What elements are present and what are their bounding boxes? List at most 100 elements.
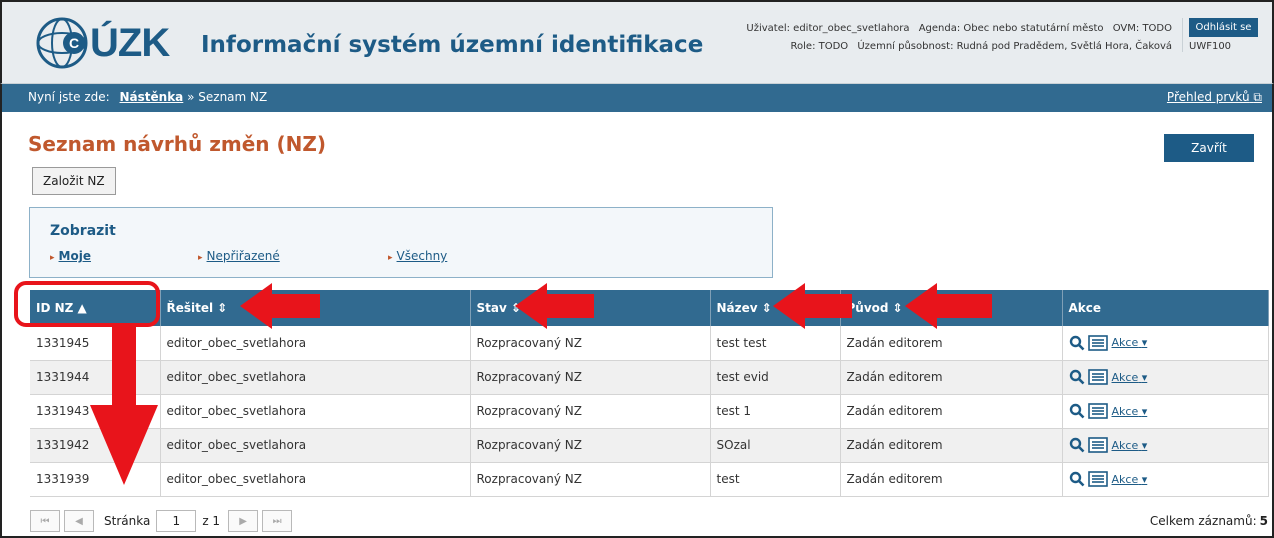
- akce-label: Akce: [1111, 336, 1139, 350]
- actions-cell: Akce ▾: [1062, 360, 1269, 395]
- first-page-button[interactable]: ⏮: [30, 510, 60, 532]
- magnifier-icon[interactable]: [1069, 335, 1085, 351]
- svg-text:C: C: [69, 35, 79, 51]
- prev-page-icon: ◀: [75, 515, 83, 527]
- filter-mine[interactable]: ▸ Moje: [50, 249, 91, 263]
- list-icon[interactable]: [1087, 334, 1108, 351]
- breadcrumb-bar: Nyní jste zde: Nástěnka » Seznam NZ Přeh…: [0, 84, 1274, 112]
- actions-cell: Akce ▾: [1062, 428, 1269, 463]
- main-content: Seznam návrhů změn (NZ) Zavřít Založit N…: [0, 112, 1274, 538]
- table-cell: Zadán editorem: [840, 462, 1063, 497]
- table-cell: Rozpracovaný NZ: [470, 462, 711, 497]
- filter-panel: Zobrazit ▸ Moje ▸ Nepřiřazené ▸ Všechny: [29, 207, 773, 278]
- table-cell: Rozpracovaný NZ: [470, 394, 711, 429]
- table-cell: editor_obec_svetlahora: [160, 428, 471, 463]
- table-cell: SOzal: [710, 428, 841, 463]
- table-cell: Rozpracovaný NZ: [470, 360, 711, 395]
- table-row[interactable]: 1331945 editor_obec_svetlahora Rozpracovan…: [30, 326, 1269, 361]
- magnifier-icon[interactable]: [1069, 471, 1085, 487]
- overview-label: Přehled prvků: [1166, 90, 1250, 104]
- magnifier-icon[interactable]: [1069, 437, 1085, 453]
- page-of-label: z 1: [202, 514, 221, 528]
- list-icon[interactable]: [1087, 437, 1108, 453]
- prev-page-button[interactable]: ◀: [64, 510, 94, 532]
- chevron-down-icon: ▾: [1141, 438, 1148, 452]
- app-title: Informační systém územní identifikace: [201, 32, 704, 58]
- table-cell: test 1: [710, 394, 841, 429]
- role-label: Role: TODO: [790, 41, 849, 52]
- table-cell: editor_obec_svetlahora: [160, 326, 471, 361]
- table-cell: 1331945: [30, 326, 161, 361]
- column-stav[interactable]: Stav ⇕: [470, 290, 711, 326]
- chevron-down-icon: ▾: [1141, 336, 1148, 350]
- ovm-label: OVM: TODO: [1112, 23, 1172, 34]
- app-header: C ÚZK Informační systém územní identifik…: [0, 0, 1274, 84]
- column-akce: Akce: [1062, 290, 1269, 326]
- close-button[interactable]: Zavřít: [1164, 134, 1254, 162]
- filter-all[interactable]: ▸ Všechny: [388, 249, 447, 263]
- total-label: Celkem záznamů:: [1149, 514, 1257, 528]
- last-page-icon: ⏭: [272, 515, 282, 527]
- akce-dropdown[interactable]: Akce ▾: [1112, 473, 1148, 486]
- pager: ⏮ ◀ Stránka 1 z 1 ▶ ⏭ Celkem záznamů: 5: [30, 506, 1268, 536]
- actions-cell: Akce ▾: [1062, 462, 1269, 497]
- akce-dropdown[interactable]: Akce ▾: [1112, 439, 1148, 452]
- akce-dropdown[interactable]: Akce ▾: [1112, 336, 1148, 349]
- magnifier-icon[interactable]: [1069, 369, 1085, 385]
- overview-link[interactable]: Přehled prvků ⧉: [1167, 90, 1262, 105]
- column-nazev[interactable]: Název ⇕: [710, 290, 841, 326]
- filter-unassigned[interactable]: ▸ Nepřiřazené: [198, 249, 280, 263]
- table-row[interactable]: 1331939 editor_obec_svetlahora Rozpracovan…: [30, 462, 1269, 497]
- table-cell: Zadán editorem: [840, 326, 1063, 361]
- page-title: Seznam návrhů změn (NZ): [28, 132, 326, 156]
- chevron-down-icon: ▾: [1141, 404, 1148, 418]
- akce-label: Akce: [1111, 472, 1139, 486]
- page-input[interactable]: 1: [156, 510, 197, 532]
- user-label: Uživatel: editor_obec_svetlahora: [746, 23, 910, 34]
- table-header-row: ID NZ ▲ Řešitel ⇕ Stav ⇕ Název ⇕ Původ ⇕…: [30, 290, 1269, 326]
- table-cell: 1331939: [30, 462, 161, 497]
- list-icon[interactable]: [1087, 369, 1108, 385]
- column-id[interactable]: ID NZ ▲: [30, 290, 161, 326]
- first-page-icon: ⏮: [40, 515, 50, 527]
- column-puvod[interactable]: Původ ⇕: [840, 290, 1063, 326]
- magnifier-icon[interactable]: [1069, 403, 1085, 419]
- breadcrumb-current: Seznam NZ: [198, 90, 268, 104]
- column-resitel[interactable]: Řešitel ⇕: [160, 290, 471, 326]
- nz-table: ID NZ ▲ Řešitel ⇕ Stav ⇕ Název ⇕ Původ ⇕…: [30, 290, 1269, 497]
- external-link-icon: ⧉: [1253, 90, 1262, 104]
- table-cell: 1331942: [30, 428, 161, 463]
- list-icon[interactable]: [1087, 403, 1108, 419]
- table-cell: test test: [710, 326, 841, 361]
- akce-dropdown[interactable]: Akce ▾: [1112, 405, 1148, 418]
- last-page-button[interactable]: ⏭: [262, 510, 293, 532]
- actions-cell: Akce ▾: [1062, 326, 1269, 361]
- list-icon[interactable]: [1087, 471, 1108, 487]
- next-page-icon: ▶: [239, 515, 247, 527]
- table-cell: test: [710, 462, 841, 497]
- next-page-button[interactable]: ▶: [228, 510, 259, 532]
- akce-dropdown[interactable]: Akce ▾: [1112, 371, 1148, 384]
- triangle-right-icon: ▸: [388, 253, 393, 263]
- table-cell: 1331944: [30, 360, 161, 395]
- create-nz-button[interactable]: Založit NZ: [32, 167, 116, 195]
- table-row[interactable]: 1331943 editor_obec_svetlahora Rozpracovan…: [30, 394, 1269, 429]
- logo-text: ÚZK: [90, 20, 170, 65]
- agenda-label: Agenda: Obec nebo statutární město: [918, 23, 1104, 34]
- triangle-right-icon: ▸: [50, 253, 55, 263]
- table-row[interactable]: 1331944 editor_obec_svetlahora Rozpracovan…: [30, 360, 1269, 395]
- breadcrumb-home-link[interactable]: Nástěnka: [120, 90, 184, 104]
- territory-label: Územní působnost: Rudná pod Pradědem, Sv…: [857, 41, 1172, 52]
- filter-label: Všechny: [396, 249, 448, 263]
- table-cell: editor_obec_svetlahora: [160, 360, 471, 395]
- user-info: Uživatel: editor_obec_svetlahora Agenda:…: [740, 20, 1172, 56]
- breadcrumb-separator: »: [187, 90, 195, 104]
- table-cell: Rozpracovaný NZ: [470, 326, 711, 361]
- table-row[interactable]: 1331942 editor_obec_svetlahora Rozpracovan…: [30, 428, 1269, 463]
- logout-button[interactable]: Odhlásit se: [1189, 18, 1258, 37]
- akce-label: Akce: [1111, 370, 1139, 384]
- breadcrumb: Nyní jste zde: Nástěnka » Seznam NZ: [28, 90, 267, 104]
- akce-label: Akce: [1111, 404, 1139, 418]
- table-cell: Zadán editorem: [840, 428, 1063, 463]
- uwf-code: UWF100: [1189, 41, 1232, 52]
